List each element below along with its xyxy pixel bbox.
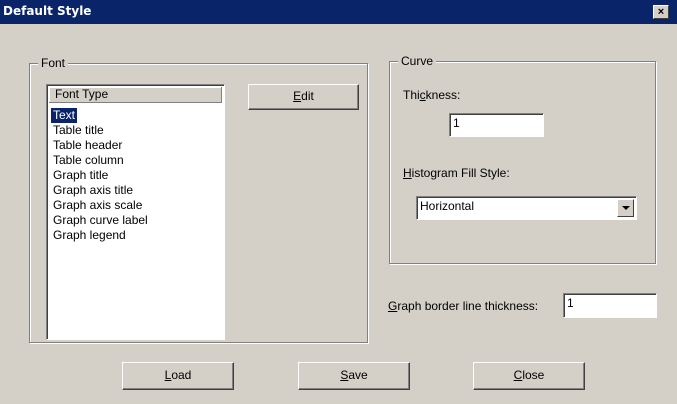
- close-icon[interactable]: ×: [653, 5, 669, 19]
- thickness-value: 1: [453, 116, 460, 130]
- font-type-item[interactable]: Table title: [51, 123, 106, 138]
- thickness-label: Thickness:: [403, 88, 460, 102]
- histogram-fill-value: Horizontal: [420, 199, 475, 213]
- thickness-input[interactable]: 1: [449, 113, 544, 137]
- thickness-label-pre: Thi: [403, 88, 420, 102]
- graph-border-mnemonic: G: [388, 299, 398, 313]
- font-type-listbox[interactable]: Font Type Text Table title Table header Tab…: [46, 84, 225, 340]
- histogram-fill-select[interactable]: Horizontal: [416, 196, 637, 220]
- curve-group-legend: Curve: [398, 54, 437, 68]
- dropdown-button[interactable]: [617, 199, 634, 217]
- font-type-item[interactable]: Graph curve label: [51, 213, 150, 228]
- font-type-item[interactable]: Table column: [51, 153, 126, 168]
- graph-border-label: Graph border line thickness:: [388, 299, 538, 313]
- histogram-fill-mnemonic: H: [403, 166, 412, 180]
- graph-border-input[interactable]: 1: [563, 293, 657, 318]
- graph-border-rest: raph border line thickness:: [397, 299, 539, 313]
- font-type-item[interactable]: Graph title: [51, 168, 110, 183]
- close-button[interactable]: Close: [473, 362, 585, 390]
- edit-button[interactable]: Edit: [248, 84, 359, 110]
- save-button[interactable]: Save: [298, 362, 410, 390]
- edit-button-mnemonic: E: [293, 89, 302, 103]
- histogram-fill-rest: istogram Fill Style:: [411, 166, 510, 180]
- thickness-label-rest: kness:: [425, 88, 461, 102]
- font-type-item[interactable]: Text: [51, 108, 78, 123]
- font-group-legend: Font: [38, 56, 69, 70]
- chevron-down-icon: [622, 206, 630, 210]
- close-label: lose: [522, 368, 545, 382]
- title-bar: Default Style ×: [0, 0, 677, 24]
- histogram-fill-label: Histogram Fill Style:: [403, 166, 510, 180]
- font-type-item[interactable]: Graph axis title: [51, 183, 135, 198]
- load-button[interactable]: Load: [122, 362, 234, 390]
- edit-button-label: dit: [301, 89, 314, 103]
- font-type-header[interactable]: Font Type: [49, 87, 222, 103]
- window-title: Default Style: [3, 4, 92, 18]
- graph-border-value: 1: [567, 296, 574, 310]
- load-label: oad: [171, 368, 192, 382]
- font-type-item[interactable]: Graph legend: [51, 228, 128, 243]
- font-type-item[interactable]: Table header: [51, 138, 124, 153]
- font-type-item[interactable]: Graph axis scale: [51, 198, 144, 213]
- save-label: ave: [348, 368, 368, 382]
